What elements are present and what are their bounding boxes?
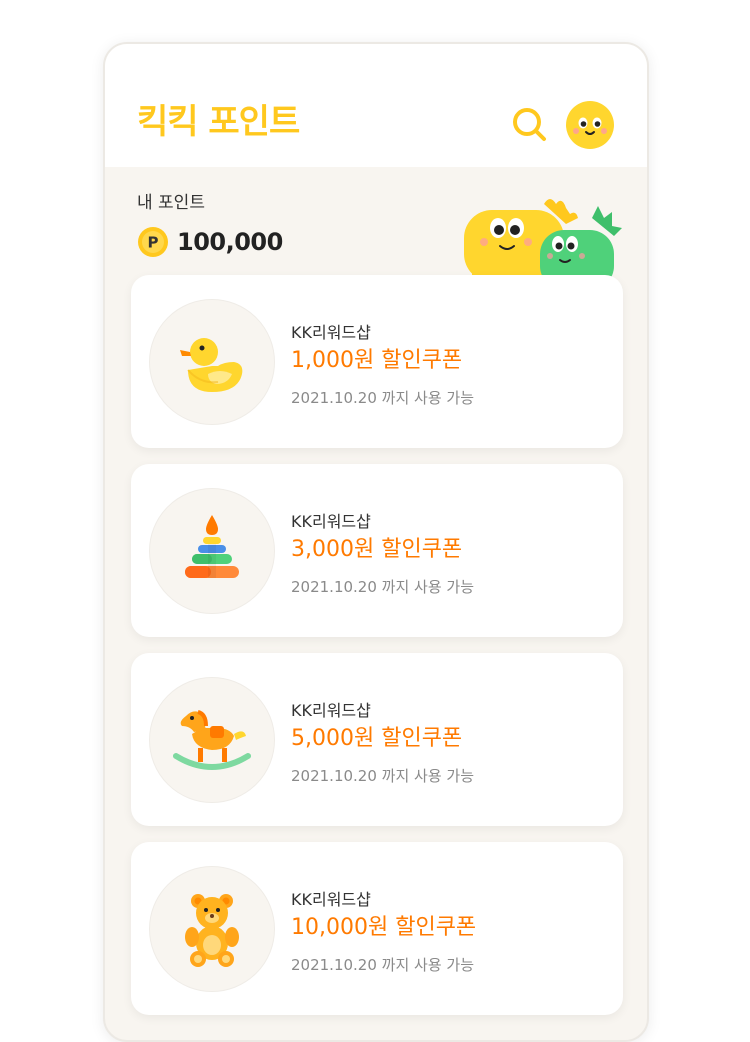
coupon-image [149, 299, 275, 425]
coupon-shop-name: KK리워드샵 [291, 323, 371, 342]
app-title: 킥킥 포인트 [137, 102, 300, 142]
teddy-bear-icon [185, 894, 239, 967]
smiley-face-icon [566, 101, 614, 149]
coin-symbol: P [148, 234, 159, 252]
coupon-expiry: 2021.10.20 까지 사용 가능 [291, 767, 474, 785]
stacking-rings-icon [185, 515, 239, 578]
coupon-shop-name: KK리워드샵 [291, 512, 371, 531]
dinosaur-mascots-illustration [458, 184, 628, 290]
coupon-image [149, 677, 275, 803]
coupon-image [149, 488, 275, 614]
coupon-expiry: 2021.10.20 까지 사용 가능 [291, 956, 474, 974]
coupon-shop-name: KK리워드샵 [291, 890, 371, 909]
coupon-list: KK리워드샵 1,000원 할인쿠폰 2021.10.20 까지 사용 가능 K… [131, 275, 623, 1031]
app-screen: 킥킥 포인트 내 포인트 P 100,000 KK리워드샵 1,000원 할인쿠… [103, 42, 649, 1042]
coupon-card[interactable]: KK리워드샵 10,000원 할인쿠폰 2021.10.20 까지 사용 가능 [131, 842, 623, 1015]
coupon-title: 10,000원 할인쿠폰 [291, 915, 477, 940]
coupon-title: 5,000원 할인쿠폰 [291, 726, 463, 751]
app-header: 킥킥 포인트 [105, 44, 647, 167]
coupon-card[interactable]: KK리워드샵 3,000원 할인쿠폰 2021.10.20 까지 사용 가능 [131, 464, 623, 637]
coupon-card[interactable]: KK리워드샵 1,000원 할인쿠폰 2021.10.20 까지 사용 가능 [131, 275, 623, 448]
coupon-expiry: 2021.10.20 까지 사용 가능 [291, 578, 474, 596]
profile-avatar[interactable] [565, 100, 615, 150]
coupon-card[interactable]: KK리워드샵 5,000원 할인쿠폰 2021.10.20 까지 사용 가능 [131, 653, 623, 826]
coupon-image [149, 866, 275, 992]
coupon-title: 3,000원 할인쿠폰 [291, 537, 463, 562]
coupon-shop-name: KK리워드샵 [291, 701, 371, 720]
search-button[interactable] [509, 104, 549, 144]
coupon-title: 1,000원 할인쿠폰 [291, 348, 463, 373]
rocking-horse-icon [173, 710, 251, 770]
point-coin-icon: P [137, 226, 169, 258]
coupon-expiry: 2021.10.20 까지 사용 가능 [291, 389, 474, 407]
points-value: 100,000 [177, 228, 283, 256]
points-label: 내 포인트 [137, 193, 205, 213]
duck-icon [180, 338, 243, 392]
search-icon [513, 108, 546, 141]
